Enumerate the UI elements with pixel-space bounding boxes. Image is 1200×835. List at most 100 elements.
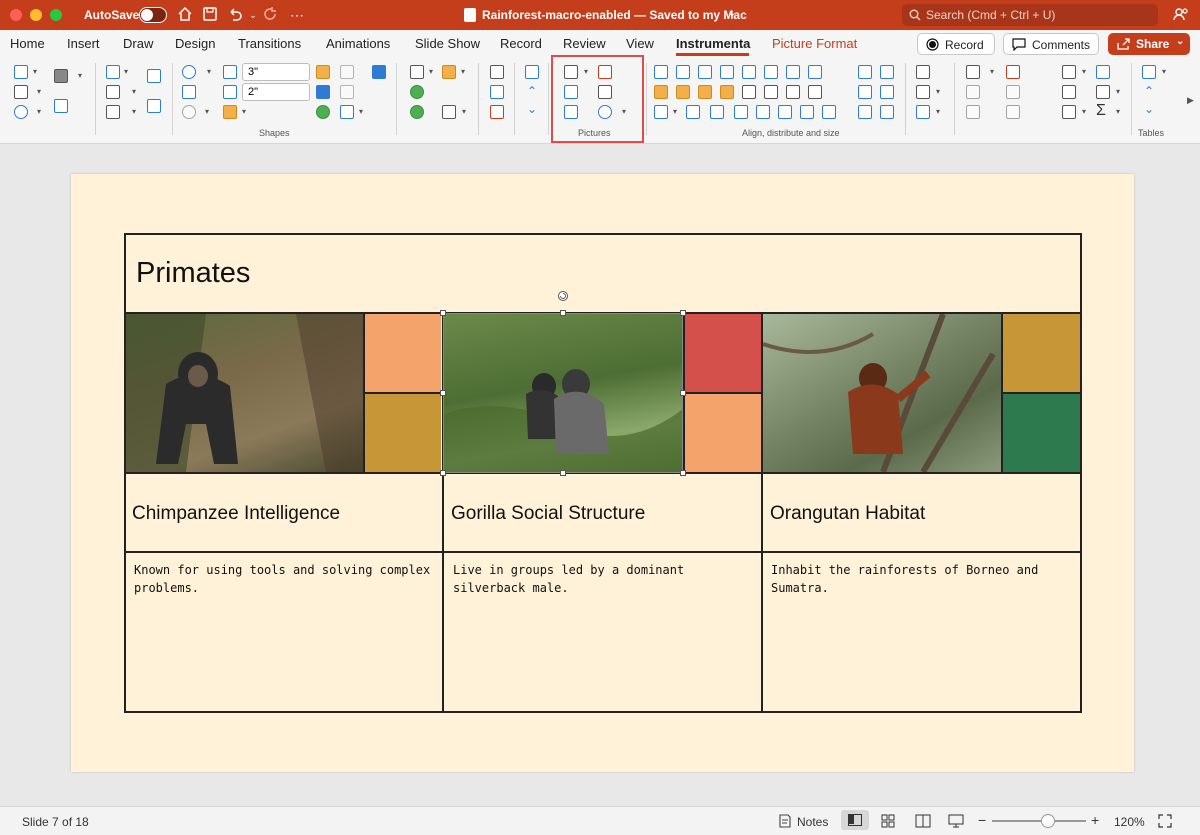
send-backward-icon[interactable] xyxy=(147,99,161,113)
move-icon[interactable] xyxy=(916,105,930,119)
spacing-6-icon[interactable] xyxy=(880,105,894,119)
merge-shapes-icon[interactable] xyxy=(182,105,196,119)
table-split-icon[interactable] xyxy=(966,105,980,119)
title-chevron-down-icon[interactable]: ⌄ xyxy=(728,8,736,19)
line-weight-icon[interactable] xyxy=(106,105,120,119)
tab-record[interactable]: Record xyxy=(500,36,542,51)
table-chevron-down-icon[interactable]: ⌄ xyxy=(1144,102,1154,116)
layers-icon[interactable] xyxy=(372,65,386,79)
align-middle-icon[interactable] xyxy=(786,65,800,79)
table-resize-icon[interactable] xyxy=(1142,65,1156,79)
snap-right-icon[interactable] xyxy=(822,105,836,119)
bring-forward-icon[interactable] xyxy=(147,69,161,83)
normal-view-button[interactable] xyxy=(841,810,869,830)
resize-handle-e[interactable] xyxy=(680,390,686,396)
zoom-window-button[interactable] xyxy=(50,9,62,21)
green-shape-icon[interactable] xyxy=(316,105,330,119)
match-height-icon[interactable] xyxy=(698,85,712,99)
spacing-2-icon[interactable] xyxy=(880,65,894,79)
minimize-window-button[interactable] xyxy=(30,9,42,21)
tab-animations[interactable]: Animations xyxy=(326,36,390,51)
text-box-icon[interactable] xyxy=(182,85,196,99)
card-desc-gorilla[interactable]: Live in groups led by a dominant silverb… xyxy=(453,561,758,597)
card-title-gorilla[interactable]: Gorilla Social Structure xyxy=(451,503,645,525)
distribute-vertical-icon[interactable] xyxy=(742,65,756,79)
fill-square-icon[interactable] xyxy=(316,85,330,99)
image-icon[interactable] xyxy=(54,99,68,113)
line-color-icon[interactable] xyxy=(106,65,120,79)
home-icon[interactable] xyxy=(176,6,194,24)
record-button[interactable]: Record xyxy=(917,33,995,55)
spacing-3-icon[interactable] xyxy=(858,85,872,99)
delete-slide-icon[interactable] xyxy=(490,105,504,119)
search-input[interactable]: Search (Cmd + Ctrl + U) xyxy=(902,4,1158,26)
gradient-icon[interactable] xyxy=(54,69,68,83)
shape-outline-icon[interactable] xyxy=(14,85,28,99)
zoom-in-button[interactable]: + xyxy=(1091,812,1099,828)
snap-left-icon[interactable] xyxy=(800,105,814,119)
resize-handle-s[interactable] xyxy=(560,470,566,476)
account-icon[interactable] xyxy=(1172,6,1190,24)
match-width-icon[interactable] xyxy=(676,85,690,99)
notes-icon[interactable] xyxy=(778,814,792,828)
resize-handle-se[interactable] xyxy=(680,470,686,476)
tab-slide-show[interactable]: Slide Show xyxy=(415,36,480,51)
table-merge-icon[interactable] xyxy=(1006,105,1020,119)
xml-icon[interactable] xyxy=(340,85,354,99)
tab-transitions[interactable]: Transitions xyxy=(238,36,301,51)
insert-table-icon[interactable] xyxy=(966,65,980,79)
redo-icon[interactable] xyxy=(262,6,280,24)
undo-icon[interactable] xyxy=(226,6,244,24)
tab-instrumenta[interactable]: Instrumenta xyxy=(676,36,750,51)
autosave-toggle[interactable] xyxy=(139,7,167,23)
sum-icon[interactable]: Σ xyxy=(1096,102,1106,120)
tab-view[interactable]: View xyxy=(626,36,654,51)
shape-width-input[interactable]: 3" xyxy=(242,63,310,81)
resize-icon[interactable] xyxy=(686,105,700,119)
ribbon-scroll-right-icon[interactable]: ▶ xyxy=(1187,95,1194,106)
fit-icon[interactable] xyxy=(710,105,724,119)
delete-table-icon[interactable] xyxy=(1006,65,1020,79)
card-desc-chimpanzee[interactable]: Known for using tools and solving comple… xyxy=(134,561,439,597)
grid-icon[interactable] xyxy=(916,65,930,79)
line-dash-icon[interactable] xyxy=(106,85,120,99)
fit-to-window-icon[interactable] xyxy=(1158,814,1172,831)
align-top-icon[interactable] xyxy=(764,65,778,79)
chevron-down-icon[interactable]: ⌄ xyxy=(527,102,537,116)
zoom-slider-thumb[interactable] xyxy=(1041,814,1056,828)
frame-icon[interactable] xyxy=(525,65,539,79)
flip-horizontal-icon[interactable] xyxy=(742,85,756,99)
table-format-icon[interactable] xyxy=(1062,105,1076,119)
save-icon[interactable] xyxy=(201,6,219,24)
table-col-icon[interactable] xyxy=(1006,85,1020,99)
flip-vertical-icon[interactable] xyxy=(764,85,778,99)
document-title[interactable]: Rainforest-macro-enabled — Saved to my M… xyxy=(482,8,747,22)
snap-bottom-icon[interactable] xyxy=(756,105,770,119)
table-blue-icon[interactable] xyxy=(1096,65,1110,79)
gear-icon[interactable] xyxy=(916,85,930,99)
align-center-icon[interactable] xyxy=(676,65,690,79)
table-chevron-up-icon[interactable]: ⌃ xyxy=(1144,84,1154,98)
card-title-orangutan[interactable]: Orangutan Habitat xyxy=(770,503,925,525)
swap-icon[interactable] xyxy=(808,85,822,99)
zoom-slider-track[interactable] xyxy=(992,820,1086,822)
spacing-5-icon[interactable] xyxy=(858,105,872,119)
align-left-icon[interactable] xyxy=(654,65,668,79)
resize-handle-n[interactable] xyxy=(560,310,566,316)
table-style-icon[interactable] xyxy=(1062,65,1076,79)
close-window-button[interactable] xyxy=(10,9,22,21)
green-circle-icon[interactable] xyxy=(410,85,424,99)
spacing-4-icon[interactable] xyxy=(880,85,894,99)
slideshow-view-icon[interactable] xyxy=(948,814,964,831)
slide-sorter-icon[interactable] xyxy=(881,814,895,831)
shape-effects-icon[interactable] xyxy=(14,105,28,119)
resize-handle-sw[interactable] xyxy=(440,470,446,476)
format-painter-icon[interactable] xyxy=(316,65,330,79)
chevron-up-icon[interactable]: ⌃ xyxy=(527,84,537,98)
paste-slide-icon[interactable] xyxy=(490,85,504,99)
spacing-icon[interactable] xyxy=(858,65,872,79)
card-desc-orangutan[interactable]: Inhabit the rainforests of Borneo and Su… xyxy=(771,561,1076,597)
lock-icon[interactable] xyxy=(410,65,424,79)
reading-view-icon[interactable] xyxy=(915,814,931,831)
comments-button[interactable]: Comments xyxy=(1003,33,1099,55)
